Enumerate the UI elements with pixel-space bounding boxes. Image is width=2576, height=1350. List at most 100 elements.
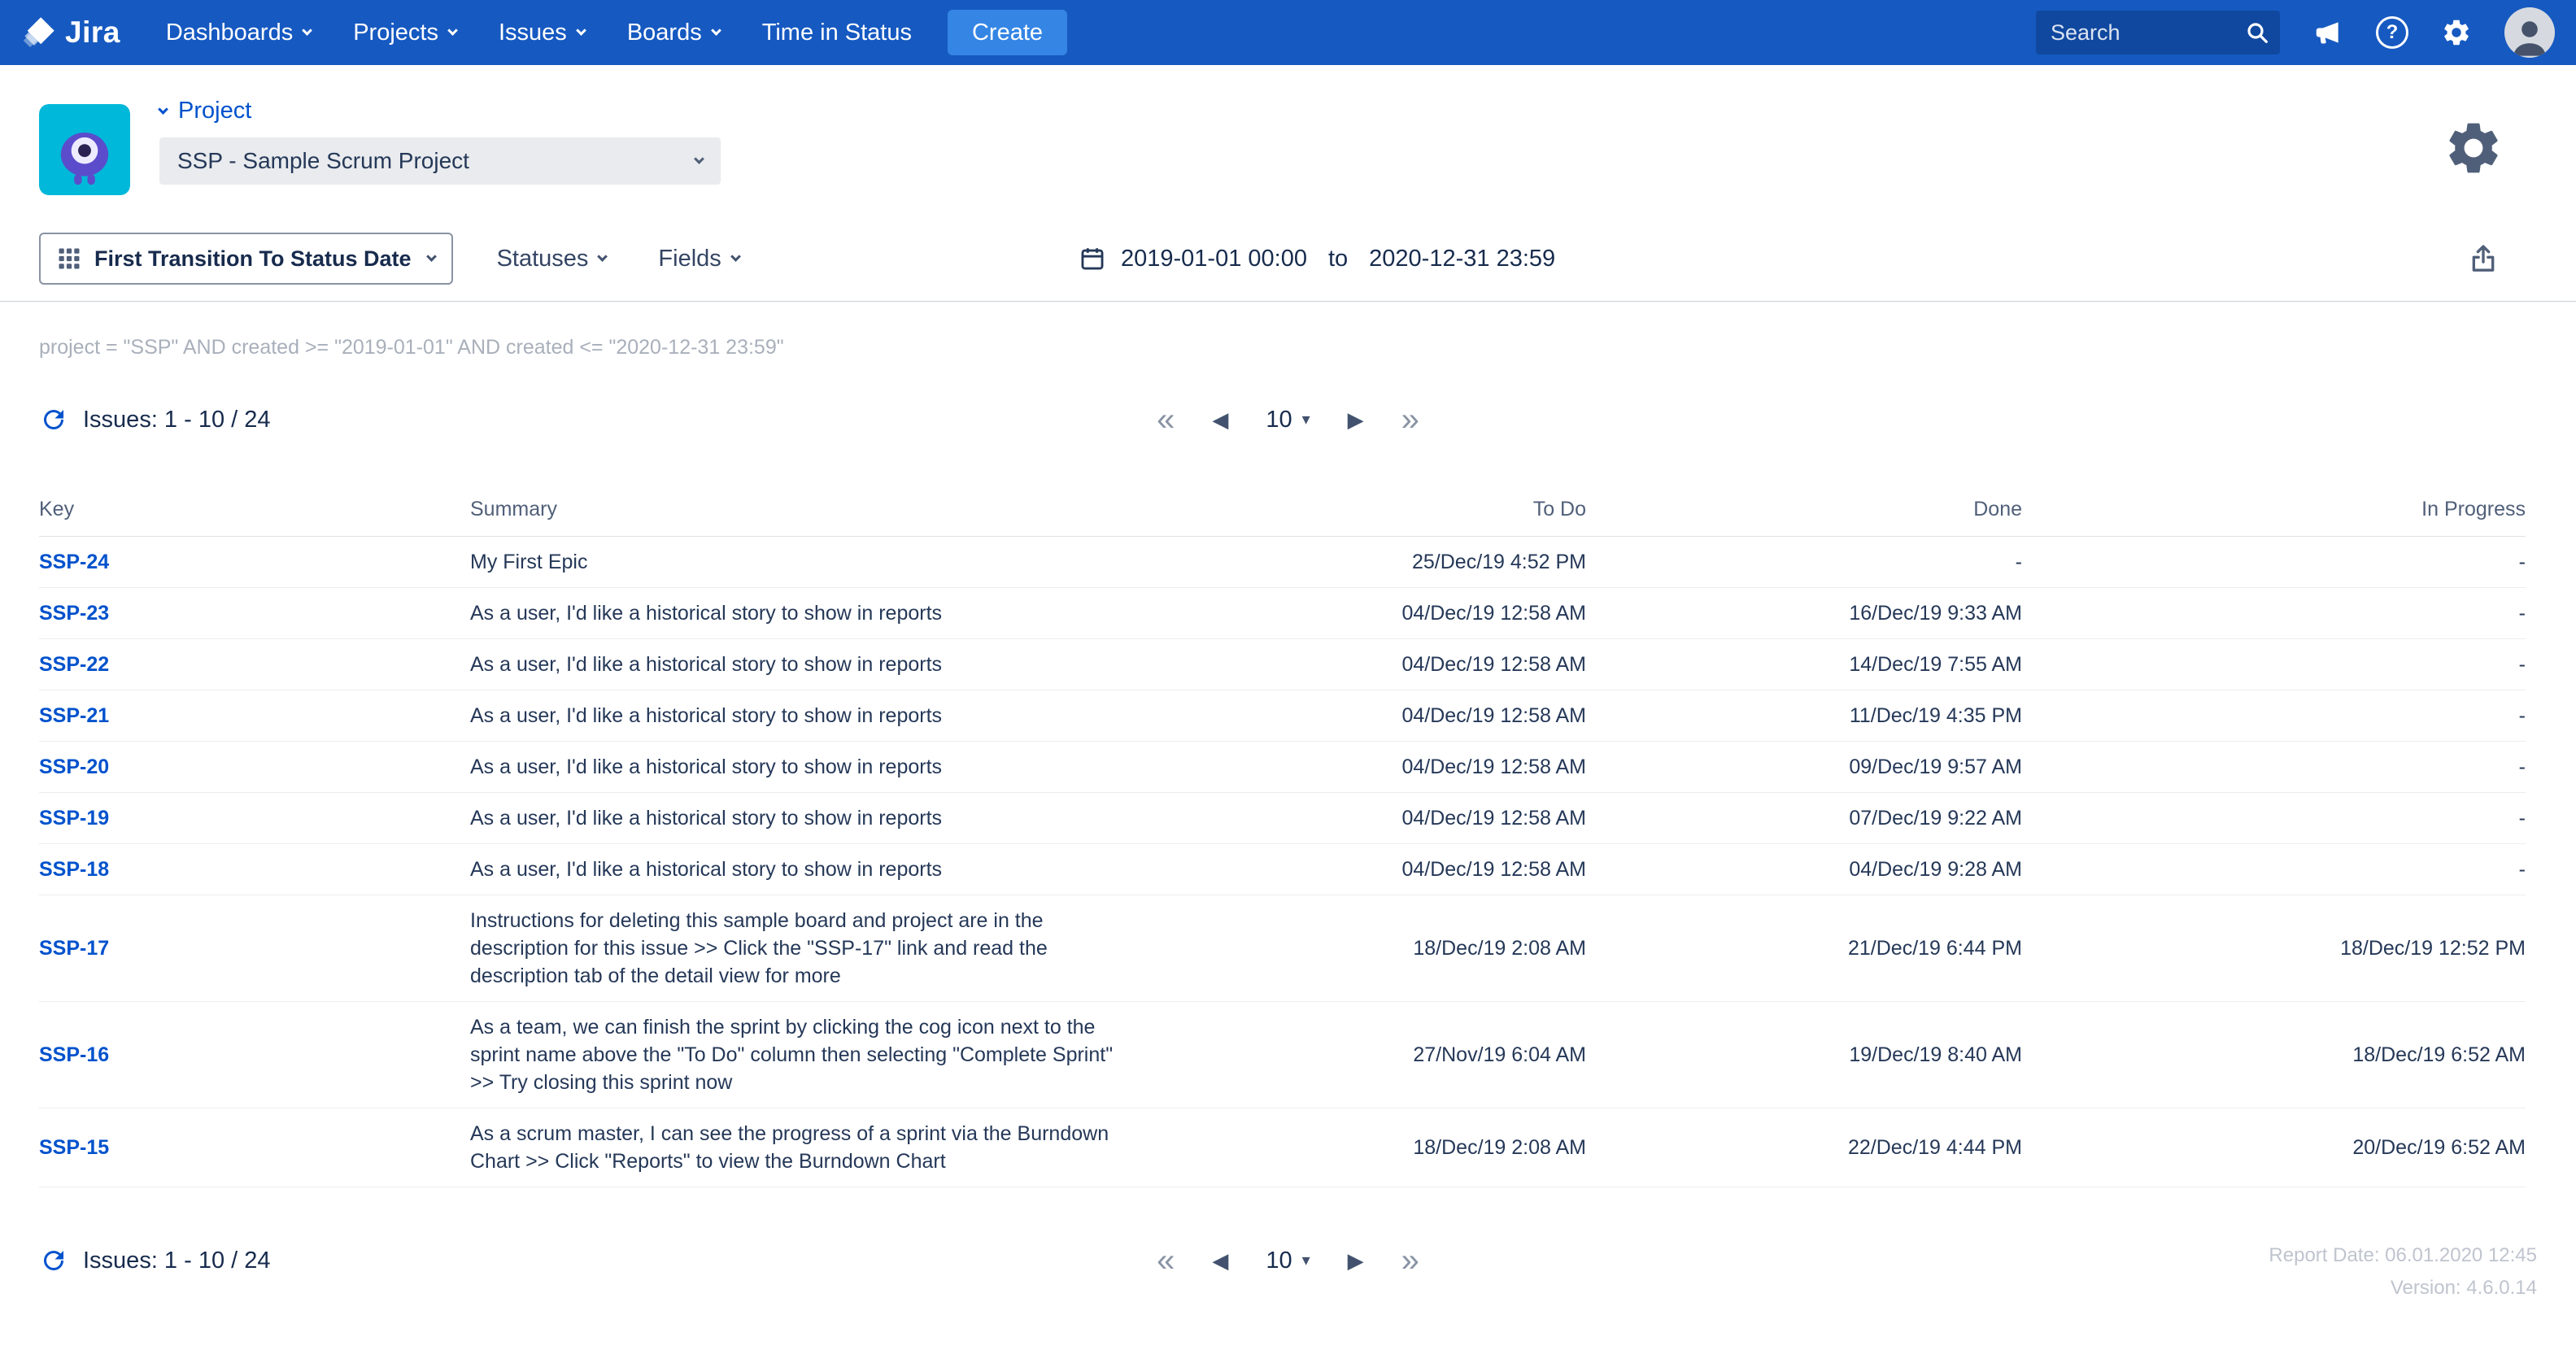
page-size-value: 10 [1266, 406, 1292, 433]
statuses-dropdown[interactable]: Statuses [492, 245, 612, 273]
table-header-row: Key Summary To Do Done In Progress [39, 483, 2526, 537]
issue-key-link[interactable]: SSP-23 [39, 602, 109, 625]
report-date: Report Date: 06.01.2020 12:45 [2269, 1244, 2537, 1266]
issue-summary: As a user, I'd like a historical story t… [470, 792, 1162, 844]
nav-item-boards[interactable]: Boards [627, 20, 721, 46]
user-avatar[interactable] [2504, 7, 2555, 58]
issue-key-link[interactable]: SSP-16 [39, 1043, 109, 1066]
issue-summary: As a user, I'd like a historical story t… [470, 741, 1162, 793]
export-icon[interactable] [2467, 242, 2500, 275]
calendar-icon [1081, 248, 1104, 270]
pagination-next-button[interactable]: ▶ [1348, 1250, 1364, 1271]
issues-table: Key Summary To Do Done In Progress SSP-2… [39, 483, 2526, 1187]
fields-dropdown[interactable]: Fields [653, 245, 743, 273]
report-type-button[interactable]: First Transition To Status Date [39, 233, 453, 285]
issue-key-link[interactable]: SSP-24 [39, 551, 109, 573]
pagination-last-button[interactable]: » [1401, 1244, 1419, 1277]
done-date: 19/Dec/19 8:40 AM [1586, 1001, 2022, 1108]
issues-count-label: Issues: 1 - 10 / 24 [83, 406, 271, 433]
done-date: 16/Dec/19 9:33 AM [1586, 587, 2022, 639]
column-header-key: Key [39, 483, 470, 537]
chevron-down-icon [597, 251, 608, 262]
chevron-down-icon [158, 103, 168, 115]
date-separator: to [1327, 245, 1349, 272]
in-progress-date: - [2022, 587, 2526, 639]
caret-down-icon: ▾ [1301, 1252, 1310, 1269]
nav-item-dashboards[interactable]: Dashboards [165, 19, 313, 46]
date-range-picker[interactable]: 2019-01-01 00:00 to 2020-12-31 23:59 [1079, 245, 1555, 272]
announcement-icon[interactable] [2312, 17, 2343, 48]
in-progress-date: - [2022, 792, 2526, 844]
settings-gear-icon[interactable] [2443, 117, 2504, 179]
primary-nav: Dashboards Projects Issues Boards Time i… [166, 20, 912, 46]
project-section-label: Project [178, 98, 252, 124]
todo-date: 18/Dec/19 2:08 AM [1162, 1108, 1586, 1187]
search-input[interactable] [2036, 11, 2280, 54]
pagination-first-button[interactable]: « [1157, 403, 1175, 436]
jira-logo-icon [23, 17, 54, 48]
person-icon [2513, 21, 2546, 56]
pagination-top: « ◀ 10 ▾ ▶ » [1157, 403, 1419, 436]
issue-key-link[interactable]: SSP-20 [39, 756, 109, 778]
done-date: 04/Dec/19 9:28 AM [1586, 843, 2022, 895]
nav-label: Projects [353, 19, 438, 46]
todo-date: 04/Dec/19 12:58 AM [1162, 843, 1586, 895]
pagination-first-button[interactable]: « [1157, 1244, 1175, 1277]
column-header-done: Done [1586, 483, 2022, 537]
project-section-toggle[interactable]: Project [158, 98, 721, 124]
issue-key-link[interactable]: SSP-22 [39, 653, 109, 676]
issues-summary-row-top: Issues: 1 - 10 / 24 « ◀ 10 ▾ ▶ » [39, 398, 2537, 441]
create-button[interactable]: Create [947, 10, 1068, 55]
issue-key-link[interactable]: SSP-21 [39, 704, 109, 727]
column-header-summary: Summary [470, 483, 1162, 537]
pagination-last-button[interactable]: » [1401, 403, 1419, 436]
table-row: SSP-22 As a user, I'd like a historical … [39, 638, 2526, 690]
project-select[interactable]: SSP - Sample Scrum Project [159, 137, 721, 185]
issue-summary: As a user, I'd like a historical story t… [470, 843, 1162, 895]
report-meta: Report Date: 06.01.2020 12:45 Version: 4… [2269, 1239, 2537, 1304]
done-date: 07/Dec/19 9:22 AM [1586, 792, 2022, 844]
issue-key-link[interactable]: SSP-15 [39, 1136, 109, 1159]
done-date: 22/Dec/19 4:44 PM [1586, 1108, 2022, 1187]
nav-item-issues[interactable]: Issues [499, 20, 586, 46]
issues-summary-row-bottom: Issues: 1 - 10 / 24 « ◀ 10 ▾ ▶ » Report … [39, 1239, 2537, 1299]
pagination-bottom: « ◀ 10 ▾ ▶ » [1157, 1244, 1419, 1277]
page-size-select[interactable]: 10 ▾ [1266, 406, 1310, 433]
done-date: 21/Dec/19 6:44 PM [1586, 895, 2022, 1002]
refresh-icon[interactable] [39, 405, 68, 434]
search-icon[interactable] [2244, 20, 2270, 46]
done-date: 14/Dec/19 7:55 AM [1586, 638, 2022, 690]
page-size-select[interactable]: 10 ▾ [1266, 1248, 1310, 1273]
jira-logo[interactable]: Jira [21, 15, 120, 50]
issue-key-link[interactable]: SSP-17 [39, 937, 109, 960]
done-date: 11/Dec/19 4:35 PM [1586, 690, 2022, 742]
done-date: - [1586, 536, 2022, 588]
pagination-next-button[interactable]: ▶ [1348, 409, 1364, 430]
search-box [2036, 11, 2280, 54]
project-avatar [39, 104, 130, 195]
table-row: SSP-18 As a user, I'd like a historical … [39, 843, 2526, 895]
in-progress-date: 18/Dec/19 12:52 PM [2022, 895, 2526, 1002]
refresh-icon[interactable] [39, 1246, 68, 1275]
nav-item-projects[interactable]: Projects [353, 19, 458, 46]
in-progress-date: - [2022, 741, 2526, 793]
date-to: 2020-12-31 23:59 [1369, 245, 1556, 272]
table-row: SSP-15 As a scrum master, I can see the … [39, 1108, 2526, 1187]
todo-date: 25/Dec/19 4:52 PM [1162, 536, 1586, 588]
nav-label: Time in Status [761, 19, 912, 46]
table-row: SSP-20 As a user, I'd like a historical … [39, 741, 2526, 793]
nav-label: Dashboards [165, 19, 294, 46]
issue-key-link[interactable]: SSP-18 [39, 858, 109, 881]
table-row: SSP-16 As a team, we can finish the spri… [39, 1001, 2526, 1108]
issue-summary: As a user, I'd like a historical story t… [470, 638, 1162, 690]
pagination-prev-button[interactable]: ◀ [1212, 409, 1228, 430]
gear-icon[interactable] [2441, 17, 2472, 48]
chevron-down-icon [710, 25, 721, 36]
issue-key-link[interactable]: SSP-19 [39, 807, 109, 830]
jql-query: project = "SSP" AND created >= "2019-01-… [39, 336, 784, 359]
caret-down-icon: ▾ [1301, 411, 1310, 429]
help-icon[interactable]: ? [2376, 16, 2408, 49]
pagination-prev-button[interactable]: ◀ [1212, 1250, 1228, 1271]
report-toolbar: First Transition To Status Date Statuses… [0, 216, 2576, 302]
nav-item-time-in-status[interactable]: Time in Status [762, 20, 912, 46]
